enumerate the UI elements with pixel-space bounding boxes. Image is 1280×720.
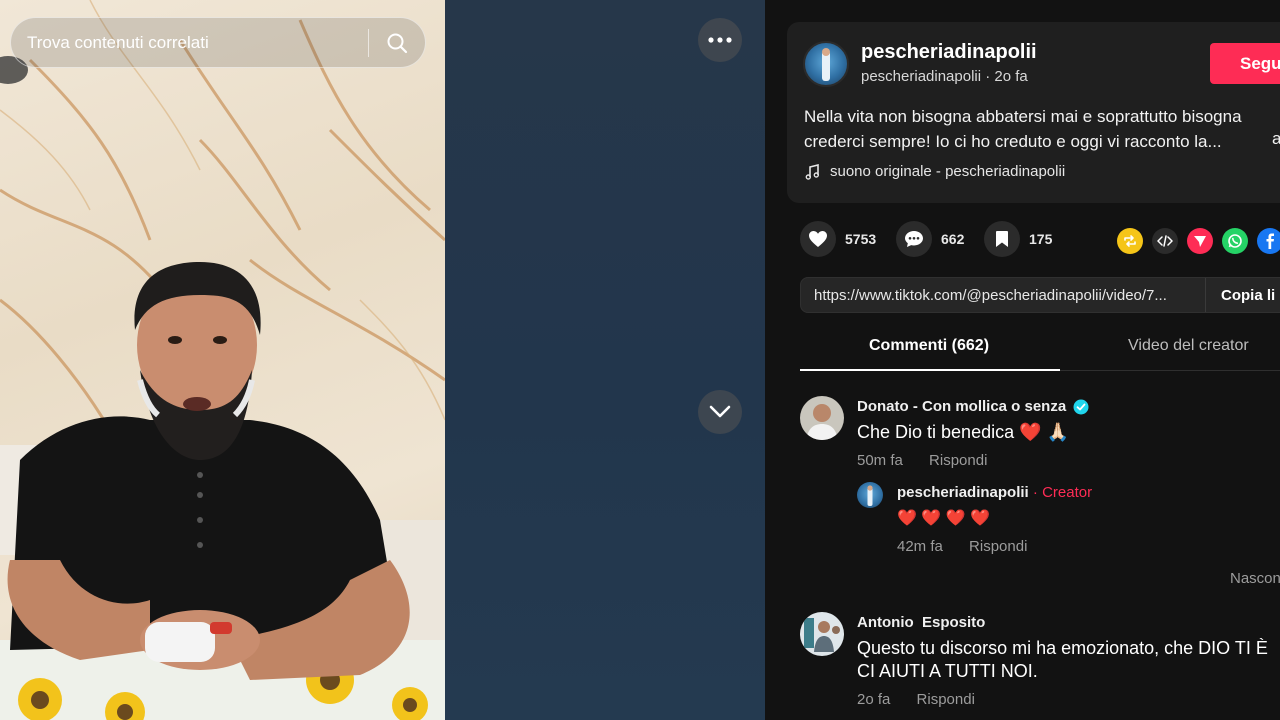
music-title[interactable]: suono originale - pescheriadinapolii (830, 163, 1065, 180)
reply-separator: · (1028, 484, 1043, 501)
music-link[interactable]: suono originale - pescheriadinapolii (804, 163, 1065, 180)
commenter-avatar-image (800, 612, 844, 656)
bookmark-icon (996, 231, 1008, 247)
tiktok-video-page: Trova contenuti correlati pescheriadinap… (0, 0, 1280, 720)
commenter-username[interactable]: Donato - Con mollica o senza (857, 398, 1066, 415)
action-bar: 5753 662 175 (800, 221, 1280, 257)
comment-time: 2o fa (857, 691, 891, 708)
like-icon-wrap[interactable] (800, 221, 836, 257)
comment-reply: pescheriadinapolii · Creator ❤️ ❤️ ❤️ ❤️… (857, 482, 1277, 562)
follow-button[interactable]: Segui (1210, 43, 1280, 84)
whatsapp-icon (1228, 234, 1242, 248)
next-video-button[interactable] (698, 390, 742, 434)
comment-time: 50m fa (857, 452, 903, 469)
comment-meta: 2o fa Rispondi (857, 691, 997, 708)
reply-username[interactable]: pescheriadinapolii (897, 484, 1029, 501)
commenter-avatar[interactable] (800, 396, 844, 440)
paper-plane-icon (1194, 236, 1206, 247)
search-button[interactable] (369, 18, 425, 67)
repost-share-button[interactable] (1117, 228, 1143, 254)
comment-bubble-icon (905, 231, 923, 247)
comment-text: Questo tu discorso mi ha emozionato, che… (857, 637, 1268, 683)
reply-avatar[interactable] (857, 482, 883, 508)
comment-text: Che Dio ti benedica ❤️ 🙏🏻 (857, 422, 1069, 442)
video-player[interactable] (0, 0, 445, 720)
tab-active-indicator (800, 369, 1060, 371)
reply-reply-button[interactable]: Rispondi (969, 538, 1027, 555)
like-count: 5753 (845, 231, 877, 247)
like-button[interactable]: 5753 (800, 221, 876, 257)
commenter-username-row: Antonio Esposito (857, 614, 985, 631)
copy-link-button[interactable]: Copia li (1205, 278, 1275, 312)
ellipsis-icon (708, 37, 732, 43)
description-more-link[interactable]: a (1272, 129, 1280, 149)
video-link-url[interactable]: https://www.tiktok.com/@pescheriadinapol… (801, 287, 1205, 304)
hide-replies-link[interactable]: Nascon (1230, 570, 1280, 587)
music-note-icon (805, 163, 820, 180)
comment-text-line-2: CI AIUTI A TUTTI NOI. (857, 661, 1038, 681)
search-icon (387, 33, 408, 53)
video-link-box: https://www.tiktok.com/@pescheriadinapol… (800, 277, 1280, 313)
commenter-username[interactable]: Antonio Esposito (857, 614, 985, 631)
more-options-button[interactable] (698, 18, 742, 62)
comment-item: Antonio Esposito Questo tu discorso mi h… (800, 612, 1280, 720)
heart-icon (809, 231, 827, 247)
reply-avatar-image (867, 485, 873, 506)
author-avatar-image (822, 48, 830, 81)
comment-item: Donato - Con mollica o senza Che Dio ti … (800, 396, 1280, 596)
details-panel: pescheriadinapolii pescheriadinapolii · … (765, 0, 1280, 720)
comment-meta: 50m fa Rispondi (857, 452, 1009, 469)
video-description: Nella vita non bisogna abbatersi mai e s… (804, 104, 1280, 154)
reply-button[interactable]: Rispondi (917, 691, 975, 708)
description-line-2: crederci sempre! Io ci ho creduto e oggi… (804, 132, 1222, 151)
save-button[interactable]: 175 (984, 221, 1052, 257)
facebook-icon (1266, 233, 1274, 249)
chevron-down-icon (709, 405, 731, 418)
comment-button[interactable]: 662 (896, 221, 964, 257)
reply-text: ❤️ ❤️ ❤️ ❤️ (897, 510, 991, 527)
save-icon-wrap[interactable] (984, 221, 1020, 257)
tab-creator-videos[interactable]: Video del creator (1128, 337, 1249, 355)
description-line-1: Nella vita non bisogna abbatersi mai e s… (804, 107, 1242, 126)
embed-share-button[interactable] (1152, 228, 1178, 254)
verified-badge-icon (1073, 399, 1089, 414)
creator-tag: Creator (1042, 484, 1093, 501)
whatsapp-share-button[interactable] (1222, 228, 1248, 254)
author-subtitle: pescheriadinapolii · 2o fa (861, 68, 1028, 85)
repost-icon (1124, 235, 1136, 247)
reply-meta: 42m fa Rispondi (897, 538, 1049, 555)
reply-username-row: pescheriadinapolii · Creator (897, 484, 1092, 501)
embed-code-icon (1157, 235, 1173, 247)
commenter-avatar[interactable] (800, 612, 844, 656)
commenter-avatar-image (800, 396, 844, 440)
author-avatar[interactable] (803, 41, 849, 87)
tab-comments[interactable]: Commenti (662) (869, 337, 989, 355)
comment-count: 662 (941, 231, 965, 247)
video-area: Trova contenuti correlati (0, 0, 765, 720)
save-count: 175 (1029, 231, 1053, 247)
send-share-button[interactable] (1187, 228, 1213, 254)
comment-icon-wrap[interactable] (896, 221, 932, 257)
facebook-share-button[interactable] (1257, 228, 1280, 254)
author-name[interactable]: pescheriadinapolii (861, 41, 1037, 64)
commenter-username-row: Donato - Con mollica o senza (857, 398, 1089, 415)
description-card: pescheriadinapolii pescheriadinapolii · … (787, 22, 1280, 203)
video-frame-image (0, 0, 445, 720)
reply-button[interactable]: Rispondi (929, 452, 987, 469)
panel-tabs: Commenti (662) Video del creator (800, 325, 1280, 371)
comment-text-line-1: Questo tu discorso mi ha emozionato, che… (857, 638, 1268, 658)
search-input[interactable]: Trova contenuti correlati (11, 33, 368, 53)
search-bar[interactable]: Trova contenuti correlati (10, 17, 426, 68)
reply-time: 42m fa (897, 538, 943, 555)
